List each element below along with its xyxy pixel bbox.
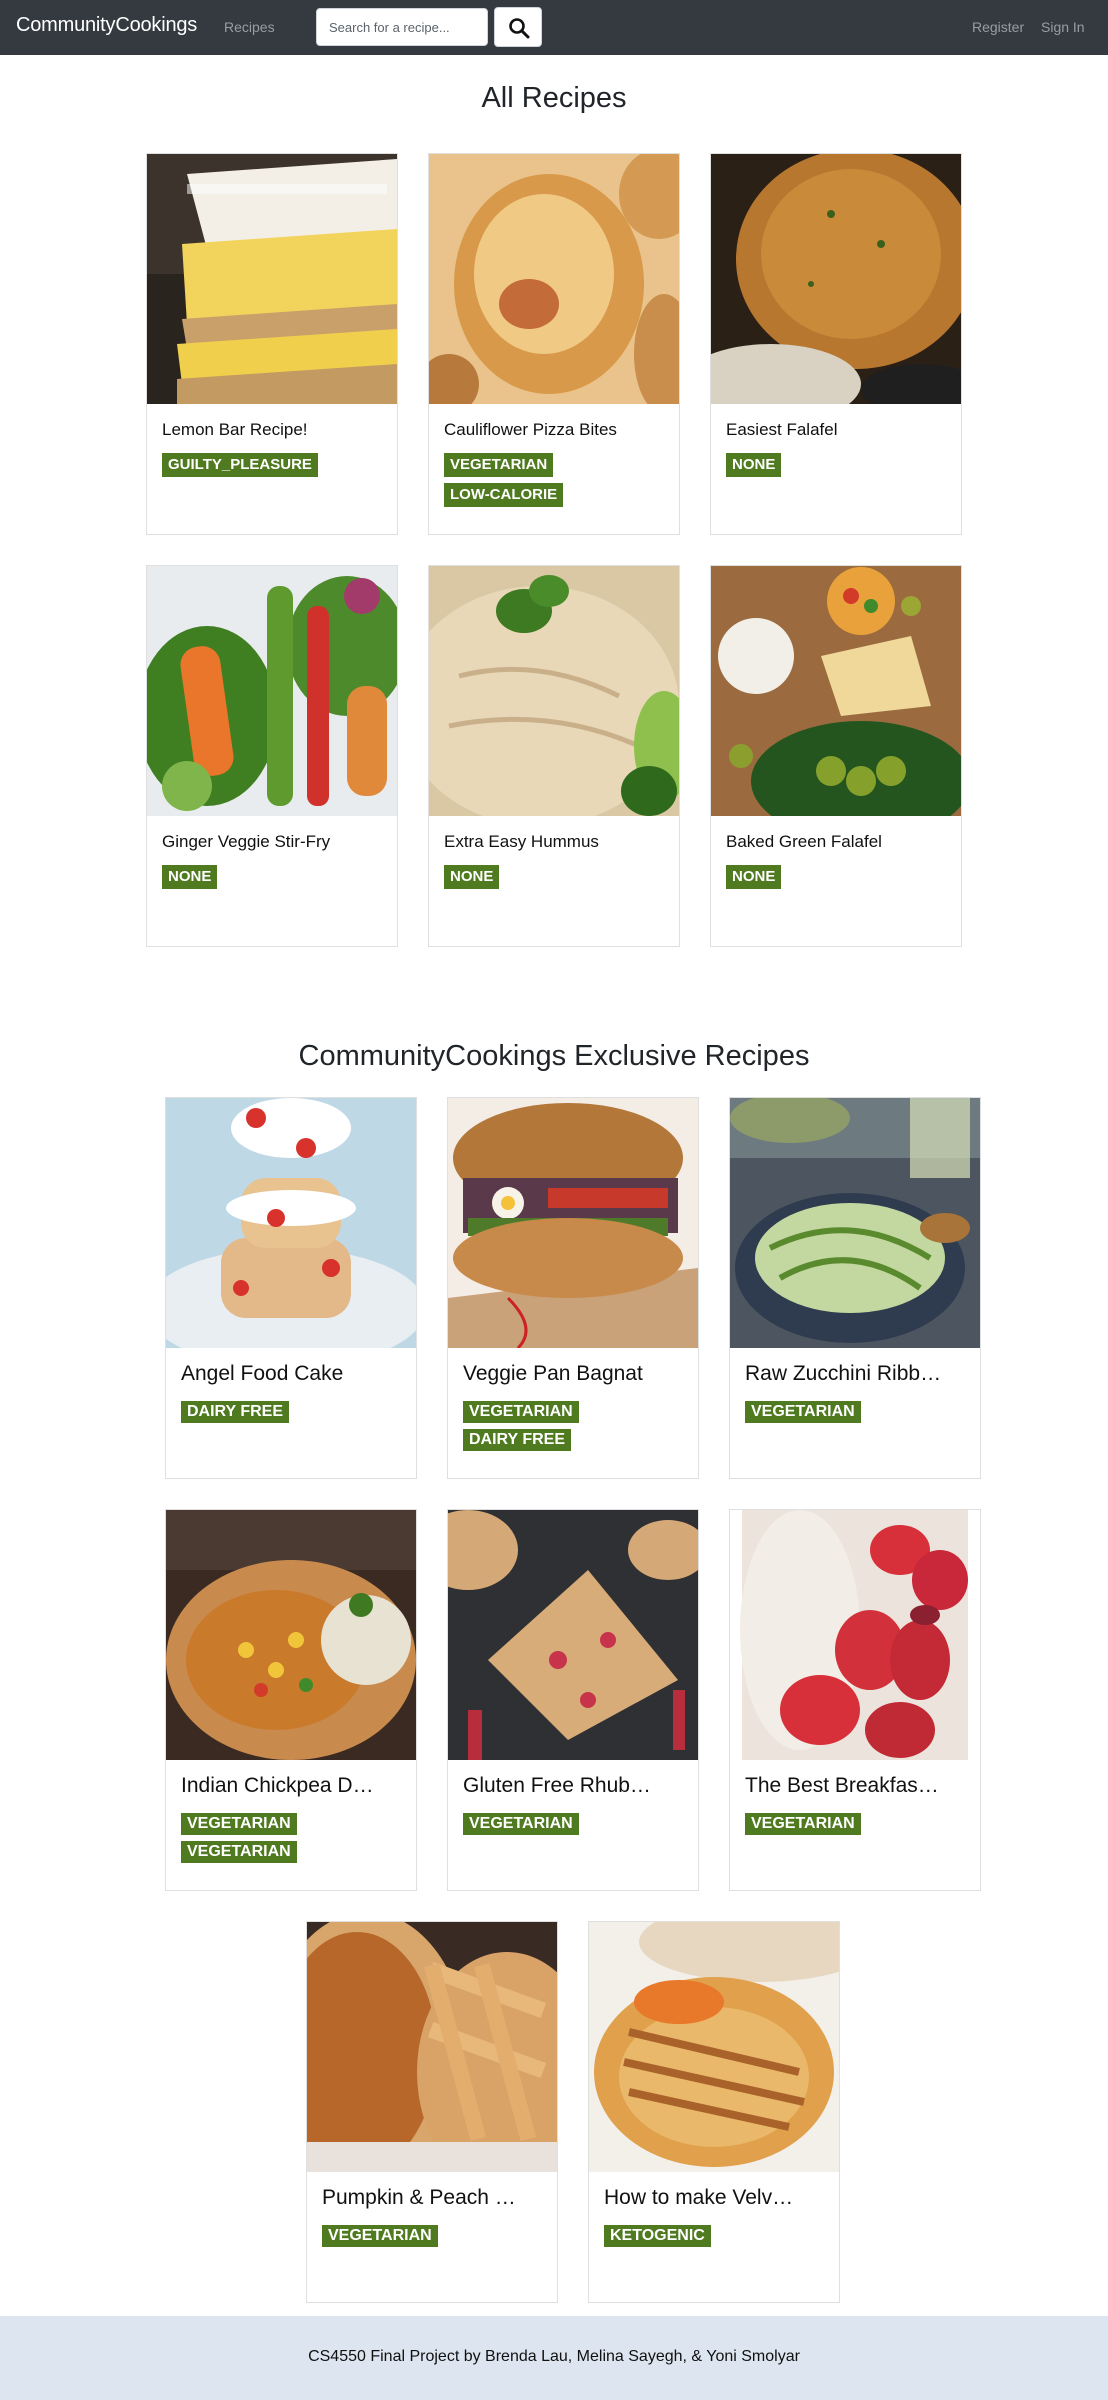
tag-list: VEGETARIAN	[745, 1813, 861, 1841]
recipe-tag: DAIRY FREE	[181, 1401, 290, 1423]
recipe-image[interactable]	[448, 1510, 698, 1760]
tag-list: VEGETARIAN VEGETARIAN	[181, 1813, 297, 1869]
recipe-tag: NONE	[726, 453, 782, 477]
recipe-title[interactable]: Pumpkin & Peach …	[322, 2186, 547, 2210]
tag-list: NONE	[444, 865, 500, 895]
recipe-title[interactable]: How to make Velv…	[604, 2186, 829, 2210]
recipe-tag: VEGETARIAN	[463, 1401, 579, 1423]
recipe-image[interactable]	[147, 154, 397, 404]
recipe-tag: VEGETARIAN	[444, 453, 554, 477]
top-navbar: CommunityCookings Recipes Register Sign …	[0, 0, 1108, 55]
recipe-image[interactable]	[429, 566, 679, 816]
recipe-card[interactable]: Ginger Veggie Stir-Fry NONE	[146, 565, 398, 947]
recipe-tag: VEGETARIAN	[745, 1813, 861, 1835]
recipe-title[interactable]: Easiest Falafel	[726, 420, 951, 440]
recipe-tag: GUILTY_PLEASURE	[162, 453, 318, 477]
recipe-title[interactable]: The Best Breakfas…	[745, 1774, 970, 1798]
recipe-tag: VEGETARIAN	[745, 1401, 861, 1423]
recipe-card[interactable]: Raw Zucchini Ribb… VEGETARIAN	[729, 1097, 981, 1479]
recipe-image[interactable]	[429, 154, 679, 404]
recipe-tag: VEGETARIAN	[322, 2225, 438, 2247]
recipe-title[interactable]: Angel Food Cake	[181, 1362, 406, 1386]
recipe-card[interactable]: How to make Velv… KETOGENIC	[588, 1921, 840, 2303]
recipe-title[interactable]: Indian Chickpea D…	[181, 1774, 406, 1798]
recipe-card[interactable]: Angel Food Cake DAIRY FREE	[165, 1097, 417, 1479]
recipe-tag: LOW-CALORIE	[444, 483, 564, 507]
recipe-tag: NONE	[726, 865, 782, 889]
recipe-card[interactable]: Indian Chickpea D… VEGETARIAN VEGETARIAN	[165, 1509, 417, 1891]
recipe-title[interactable]: Cauliflower Pizza Bites	[444, 420, 669, 440]
recipe-card[interactable]: Pumpkin & Peach … VEGETARIAN	[306, 1921, 558, 2303]
recipe-tag: VEGETARIAN	[181, 1813, 297, 1835]
recipe-card[interactable]: Extra Easy Hummus NONE	[428, 565, 680, 947]
footer-credits: CS4550 Final Project by Brenda Lau, Meli…	[308, 2348, 800, 2365]
recipe-card[interactable]: Lemon Bar Recipe! GUILTY_PLEASURE	[146, 153, 398, 535]
tag-list: VEGETARIAN LOW-CALORIE	[444, 453, 564, 513]
recipe-image[interactable]	[166, 1098, 416, 1348]
recipe-title[interactable]: Baked Green Falafel	[726, 832, 951, 852]
recipe-image[interactable]	[147, 566, 397, 816]
recipe-title[interactable]: Raw Zucchini Ribb…	[745, 1362, 970, 1386]
tag-list: NONE	[726, 865, 782, 895]
recipe-image[interactable]	[730, 1510, 980, 1760]
recipe-card[interactable]: Cauliflower Pizza Bites VEGETARIAN LOW-C…	[428, 153, 680, 535]
recipe-image[interactable]	[589, 1922, 839, 2172]
recipe-image[interactable]	[166, 1510, 416, 1760]
all-recipes-heading: All Recipes	[481, 82, 627, 114]
recipe-card[interactable]: The Best Breakfas… VEGETARIAN	[729, 1509, 981, 1891]
tag-list: VEGETARIAN	[463, 1813, 579, 1841]
recipe-image[interactable]	[711, 154, 961, 404]
recipe-image[interactable]	[448, 1098, 698, 1348]
register-link[interactable]: Register	[972, 19, 1024, 35]
footer: CS4550 Final Project by Brenda Lau, Meli…	[0, 2316, 1108, 2400]
recipe-card[interactable]: Baked Green Falafel NONE	[710, 565, 962, 947]
tag-list: KETOGENIC	[604, 2225, 711, 2253]
tag-list: NONE	[162, 865, 218, 895]
recipe-image[interactable]	[730, 1098, 980, 1348]
recipe-tag: VEGETARIAN	[181, 1841, 297, 1863]
tag-list: GUILTY_PLEASURE	[162, 453, 318, 483]
nav-recipes-link[interactable]: Recipes	[224, 19, 275, 35]
tag-list: VEGETARIAN DAIRY FREE	[463, 1401, 579, 1457]
recipe-image[interactable]	[307, 1922, 557, 2172]
recipe-card[interactable]: Gluten Free Rhub… VEGETARIAN	[447, 1509, 699, 1891]
exclusive-recipes-heading: CommunityCookings Exclusive Recipes	[298, 1040, 810, 1072]
recipe-title[interactable]: Lemon Bar Recipe!	[162, 420, 387, 440]
recipe-title[interactable]: Ginger Veggie Stir-Fry	[162, 832, 387, 852]
recipe-tag: KETOGENIC	[604, 2225, 711, 2247]
tag-list: DAIRY FREE	[181, 1401, 290, 1429]
recipe-tag: NONE	[162, 865, 218, 889]
tag-list: NONE	[726, 453, 782, 483]
recipe-image[interactable]	[711, 566, 961, 816]
search-button[interactable]	[494, 7, 542, 47]
recipe-card[interactable]: Easiest Falafel NONE	[710, 153, 962, 535]
recipe-card[interactable]: Veggie Pan Bagnat VEGETARIAN DAIRY FREE	[447, 1097, 699, 1479]
search-input[interactable]	[316, 8, 488, 46]
recipe-title[interactable]: Gluten Free Rhub…	[463, 1774, 688, 1798]
recipe-tag: DAIRY FREE	[463, 1429, 572, 1451]
recipe-tag: VEGETARIAN	[463, 1813, 579, 1835]
search-icon	[509, 18, 530, 39]
recipe-tag: NONE	[444, 865, 500, 889]
brand-logo[interactable]: CommunityCookings	[16, 14, 197, 37]
sign-in-link[interactable]: Sign In	[1041, 19, 1085, 35]
recipe-title[interactable]: Extra Easy Hummus	[444, 832, 669, 852]
recipe-title[interactable]: Veggie Pan Bagnat	[463, 1362, 688, 1386]
tag-list: VEGETARIAN	[322, 2225, 438, 2253]
tag-list: VEGETARIAN	[745, 1401, 861, 1429]
